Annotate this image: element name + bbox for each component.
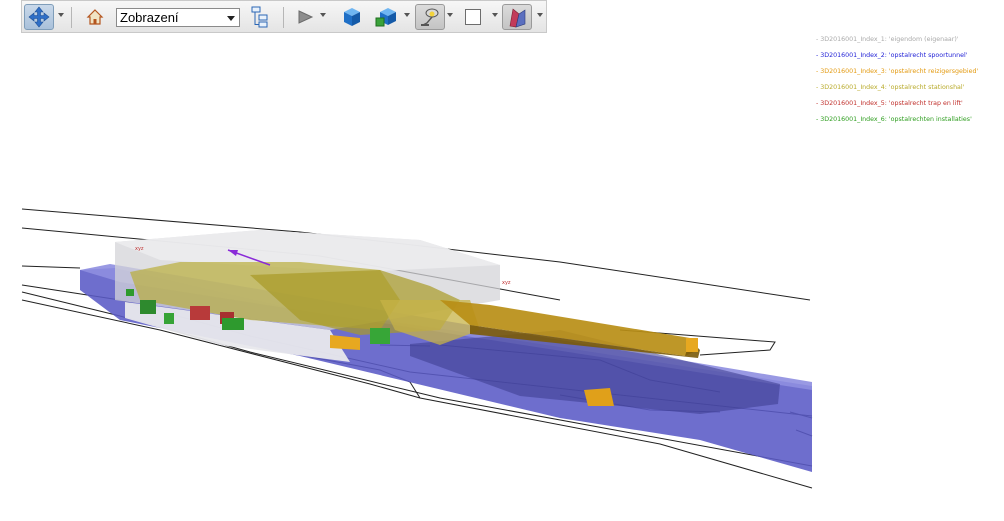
navigate-dropdown-icon[interactable] <box>58 13 64 17</box>
tree-structure-icon <box>251 6 268 28</box>
svg-text:xyz: xyz <box>502 280 511 286</box>
solid-view-button[interactable] <box>340 4 364 30</box>
view-select-value: Zobrazení <box>120 10 179 25</box>
objects-button[interactable] <box>372 4 402 30</box>
background-dropdown-icon[interactable] <box>492 13 498 17</box>
legend-item-index-3: - 3D2016001_Index_3: 'opstalrecht reizig… <box>816 68 979 75</box>
navigate-button[interactable] <box>24 4 54 30</box>
legend-item-index-1: - 3D2016001_Index_1: 'eigendom (eigenaar… <box>816 36 959 43</box>
objects-dropdown-icon[interactable] <box>404 13 410 17</box>
home-button[interactable] <box>84 4 106 30</box>
legend-item-index-2: - 3D2016001_Index_2: 'opstalrecht spoort… <box>816 52 968 59</box>
navigate-pan-icon <box>28 6 50 28</box>
play-icon <box>298 10 314 24</box>
play-dropdown-icon[interactable] <box>320 13 326 17</box>
separator <box>71 7 72 28</box>
section-dropdown-icon[interactable] <box>537 13 543 17</box>
play-button[interactable] <box>294 4 316 30</box>
structure-tree-button[interactable] <box>248 4 272 30</box>
lighting-dropdown-icon[interactable] <box>447 13 453 17</box>
legend: - 3D2016001_Index_1: 'eigendom (eigenaar… <box>816 32 1002 128</box>
lamp-icon <box>421 8 439 26</box>
svg-text:xyz: xyz <box>135 246 144 252</box>
home-icon <box>86 9 104 25</box>
legend-item-index-5: - 3D2016001_Index_5: 'opstalrecht trap e… <box>816 100 963 107</box>
solid-cube-icon <box>344 8 360 26</box>
section-button[interactable] <box>502 4 532 30</box>
white-square-icon <box>465 9 481 25</box>
view-select[interactable]: Zobrazení <box>116 8 240 27</box>
background-color-button[interactable] <box>462 4 484 30</box>
separator <box>283 7 284 28</box>
toolbar: Zobrazení <box>21 0 547 33</box>
chevron-down-icon <box>227 16 235 21</box>
section-icon <box>509 8 526 28</box>
lighting-button[interactable] <box>415 4 445 30</box>
legend-item-index-6: - 3D2016001_Index_6: 'opstalrechten inst… <box>816 116 972 123</box>
cubes-icon <box>375 8 396 27</box>
legend-item-index-4: - 3D2016001_Index_4: 'opstalrecht statio… <box>816 84 965 91</box>
